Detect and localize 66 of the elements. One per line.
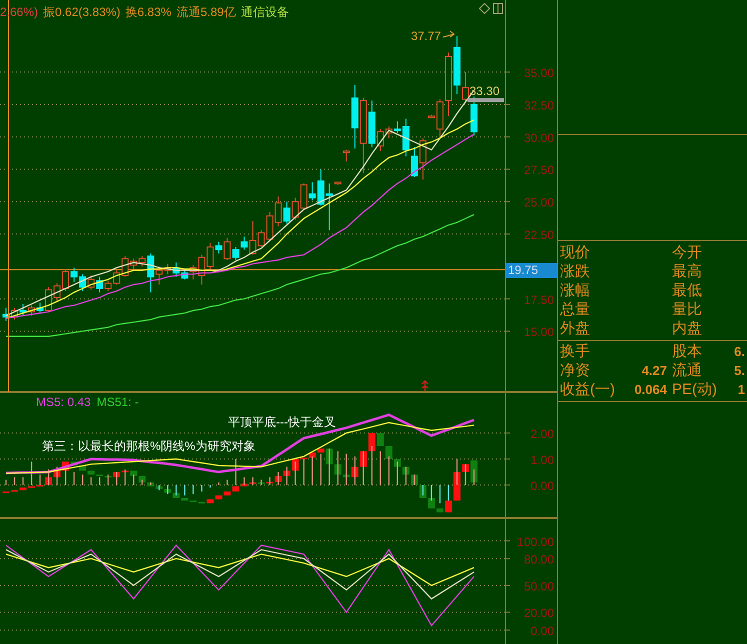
axis-label: 2.00 — [530, 427, 554, 442]
axis-label: 27.50 — [524, 163, 554, 178]
field-value: 6. — [734, 343, 745, 361]
axis-label: 35.00 — [524, 66, 554, 80]
candlestick — [232, 246, 240, 260]
axis-label: 30.00 — [524, 130, 554, 145]
field-label: 最高 — [672, 262, 702, 281]
quote-stat: 换6.83% — [125, 5, 172, 19]
quote-stat: 振0.62(3.83%) — [43, 5, 120, 19]
axis-label: 20.00 — [524, 606, 554, 620]
price-bar — [468, 98, 504, 102]
window-icon[interactable] — [493, 3, 503, 14]
field-label: PE(动) — [672, 380, 717, 399]
axis-label: 1.00 — [530, 453, 554, 467]
candlestick — [224, 237, 231, 260]
axis-label: 0.00 — [530, 479, 554, 493]
candlestick — [283, 201, 290, 224]
candlestick — [410, 146, 418, 178]
arrow-icon — [442, 30, 455, 38]
chart-note: 平顶平底---快于金叉 — [228, 415, 336, 429]
field-label: 今开 — [672, 243, 702, 262]
legend-label: MS5: 0.43 — [36, 395, 91, 409]
field-label: 外盘 — [560, 319, 590, 338]
field-label: 换手 — [560, 342, 590, 361]
field-label: 涨跌 — [560, 262, 590, 281]
marker-icon — [421, 380, 429, 392]
field-label: 涨幅 — [560, 281, 590, 300]
high-price-label: 37.77 — [410, 29, 441, 44]
candlestick — [419, 138, 426, 180]
field-label: 最低 — [672, 281, 702, 300]
field-label: 股本 — [672, 342, 702, 361]
axis-label: 50.00 — [524, 579, 554, 594]
field-label: 量比 — [672, 300, 702, 319]
candlestick — [342, 149, 350, 162]
candlestick — [215, 241, 222, 254]
field-label: 流通 — [672, 361, 702, 380]
field-label: 内盘 — [672, 319, 702, 338]
chart-note: 第三：以最长的那根%阴线%为研究对象 — [42, 439, 256, 453]
field-value: 0.064 — [634, 381, 667, 399]
axis-label: 22.50 — [524, 228, 554, 242]
axis-label: 17.50 — [524, 292, 554, 307]
candlestick — [240, 236, 248, 250]
field-value: 1 — [738, 381, 745, 399]
diamond-icon[interactable] — [479, 3, 490, 14]
current-price-label: 19.75 — [506, 262, 557, 278]
candlestick — [376, 433, 384, 446]
quote-stat: 流通5.89亿 — [176, 5, 236, 19]
candlestick — [20, 304, 27, 316]
field-label: 总量 — [560, 300, 590, 319]
field-label: 净资 — [560, 361, 590, 380]
axis-label: 0.00 — [530, 624, 554, 638]
candlestick — [470, 460, 478, 483]
axis-label: 15.00 — [524, 325, 554, 340]
axis-label: 100.00 — [517, 534, 554, 549]
axis-label: 25.00 — [524, 196, 554, 210]
price-label: 33.30 — [470, 84, 500, 98]
axis-label: 80.00 — [524, 552, 554, 567]
candlestick — [462, 72, 469, 104]
industry-label: 通信设备 — [240, 5, 289, 19]
field-label: 现价 — [560, 243, 590, 262]
field-value: 4.27 — [642, 362, 667, 380]
axis-label: 32.50 — [524, 98, 554, 112]
field-value: 5. — [734, 362, 745, 380]
legend-label: MS51: - — [96, 395, 139, 409]
field-label: 收益(一) — [560, 380, 615, 399]
candlestick — [147, 252, 154, 293]
